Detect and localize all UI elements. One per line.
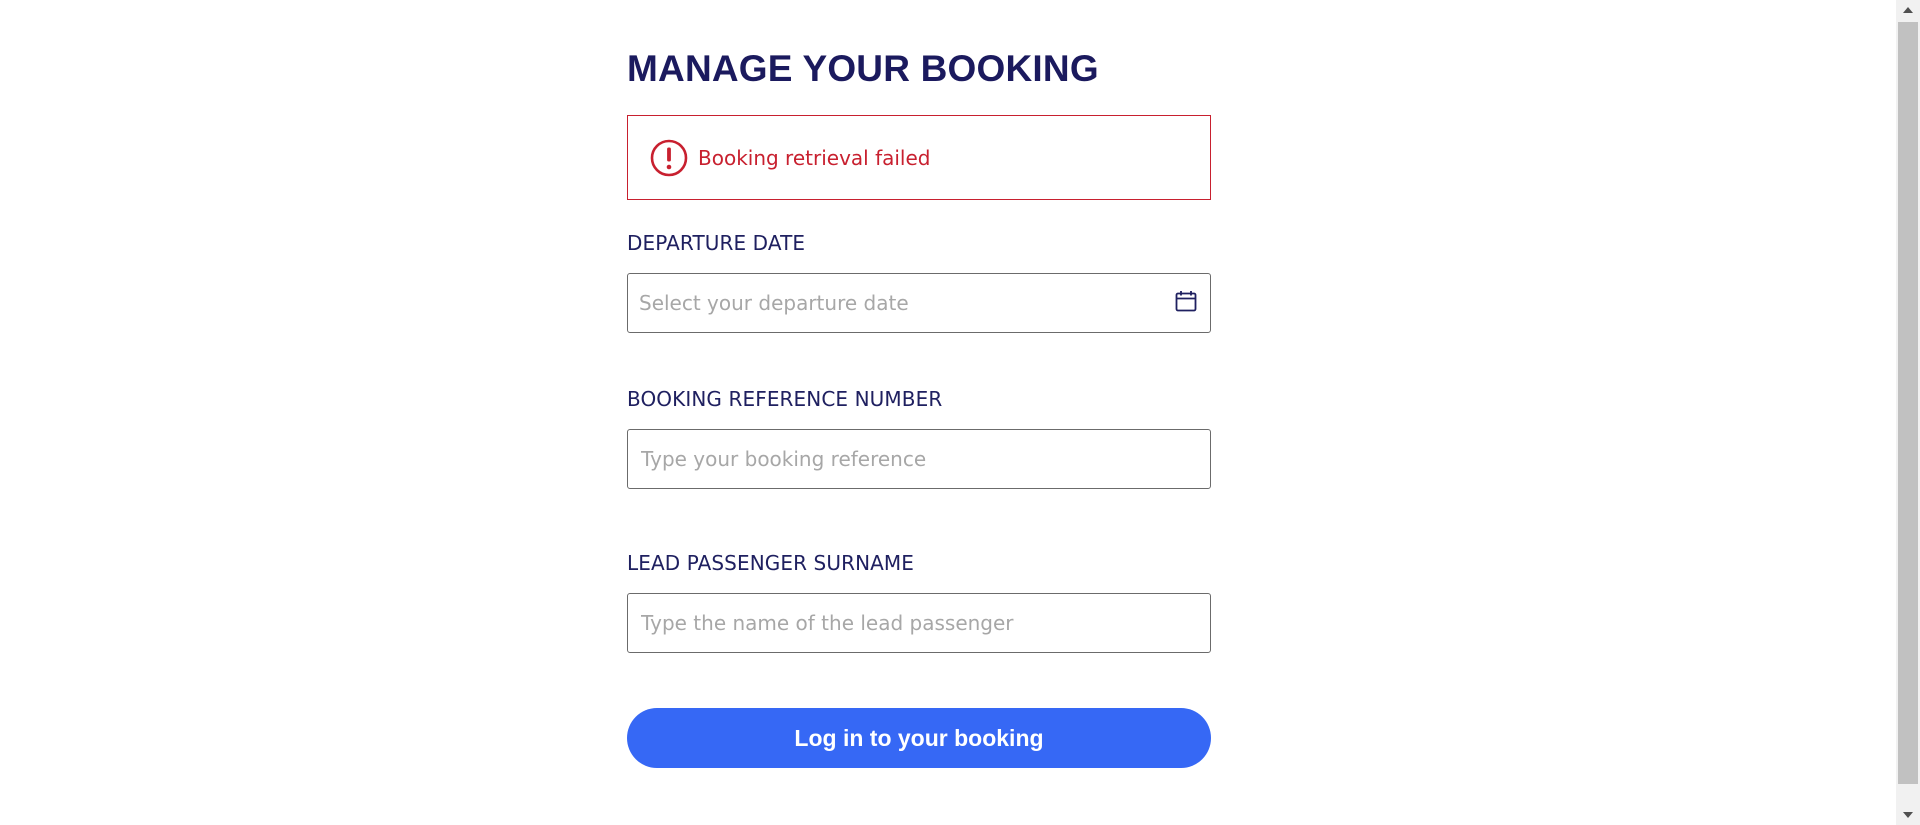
booking-reference-label: BOOKING REFERENCE NUMBER (627, 387, 943, 411)
departure-date-label: DEPARTURE DATE (627, 231, 806, 255)
booking-reference-input[interactable] (628, 430, 1210, 488)
login-button[interactable]: Log in to your booking (627, 708, 1211, 768)
lead-surname-input[interactable] (628, 594, 1210, 652)
booking-reference-field[interactable] (627, 429, 1211, 489)
departure-date-input[interactable] (628, 274, 1210, 332)
scrollbar-thumb[interactable] (1898, 22, 1918, 784)
lead-surname-label: LEAD PASSENGER SURNAME (627, 551, 915, 575)
scroll-down-icon[interactable] (1896, 805, 1920, 825)
exclamation-circle-icon (650, 139, 688, 177)
vertical-scrollbar[interactable] (1896, 0, 1920, 825)
calendar-icon[interactable] (1175, 290, 1197, 312)
error-alert: Booking retrieval failed (627, 115, 1211, 200)
departure-date-field[interactable] (627, 273, 1211, 333)
lead-surname-field[interactable] (627, 593, 1211, 653)
page-title: MANAGE YOUR BOOKING (627, 48, 1099, 89)
error-message: Booking retrieval failed (698, 145, 931, 170)
page: MANAGE YOUR BOOKING Booking retrieval fa… (0, 0, 1896, 825)
scroll-up-icon[interactable] (1896, 0, 1920, 20)
